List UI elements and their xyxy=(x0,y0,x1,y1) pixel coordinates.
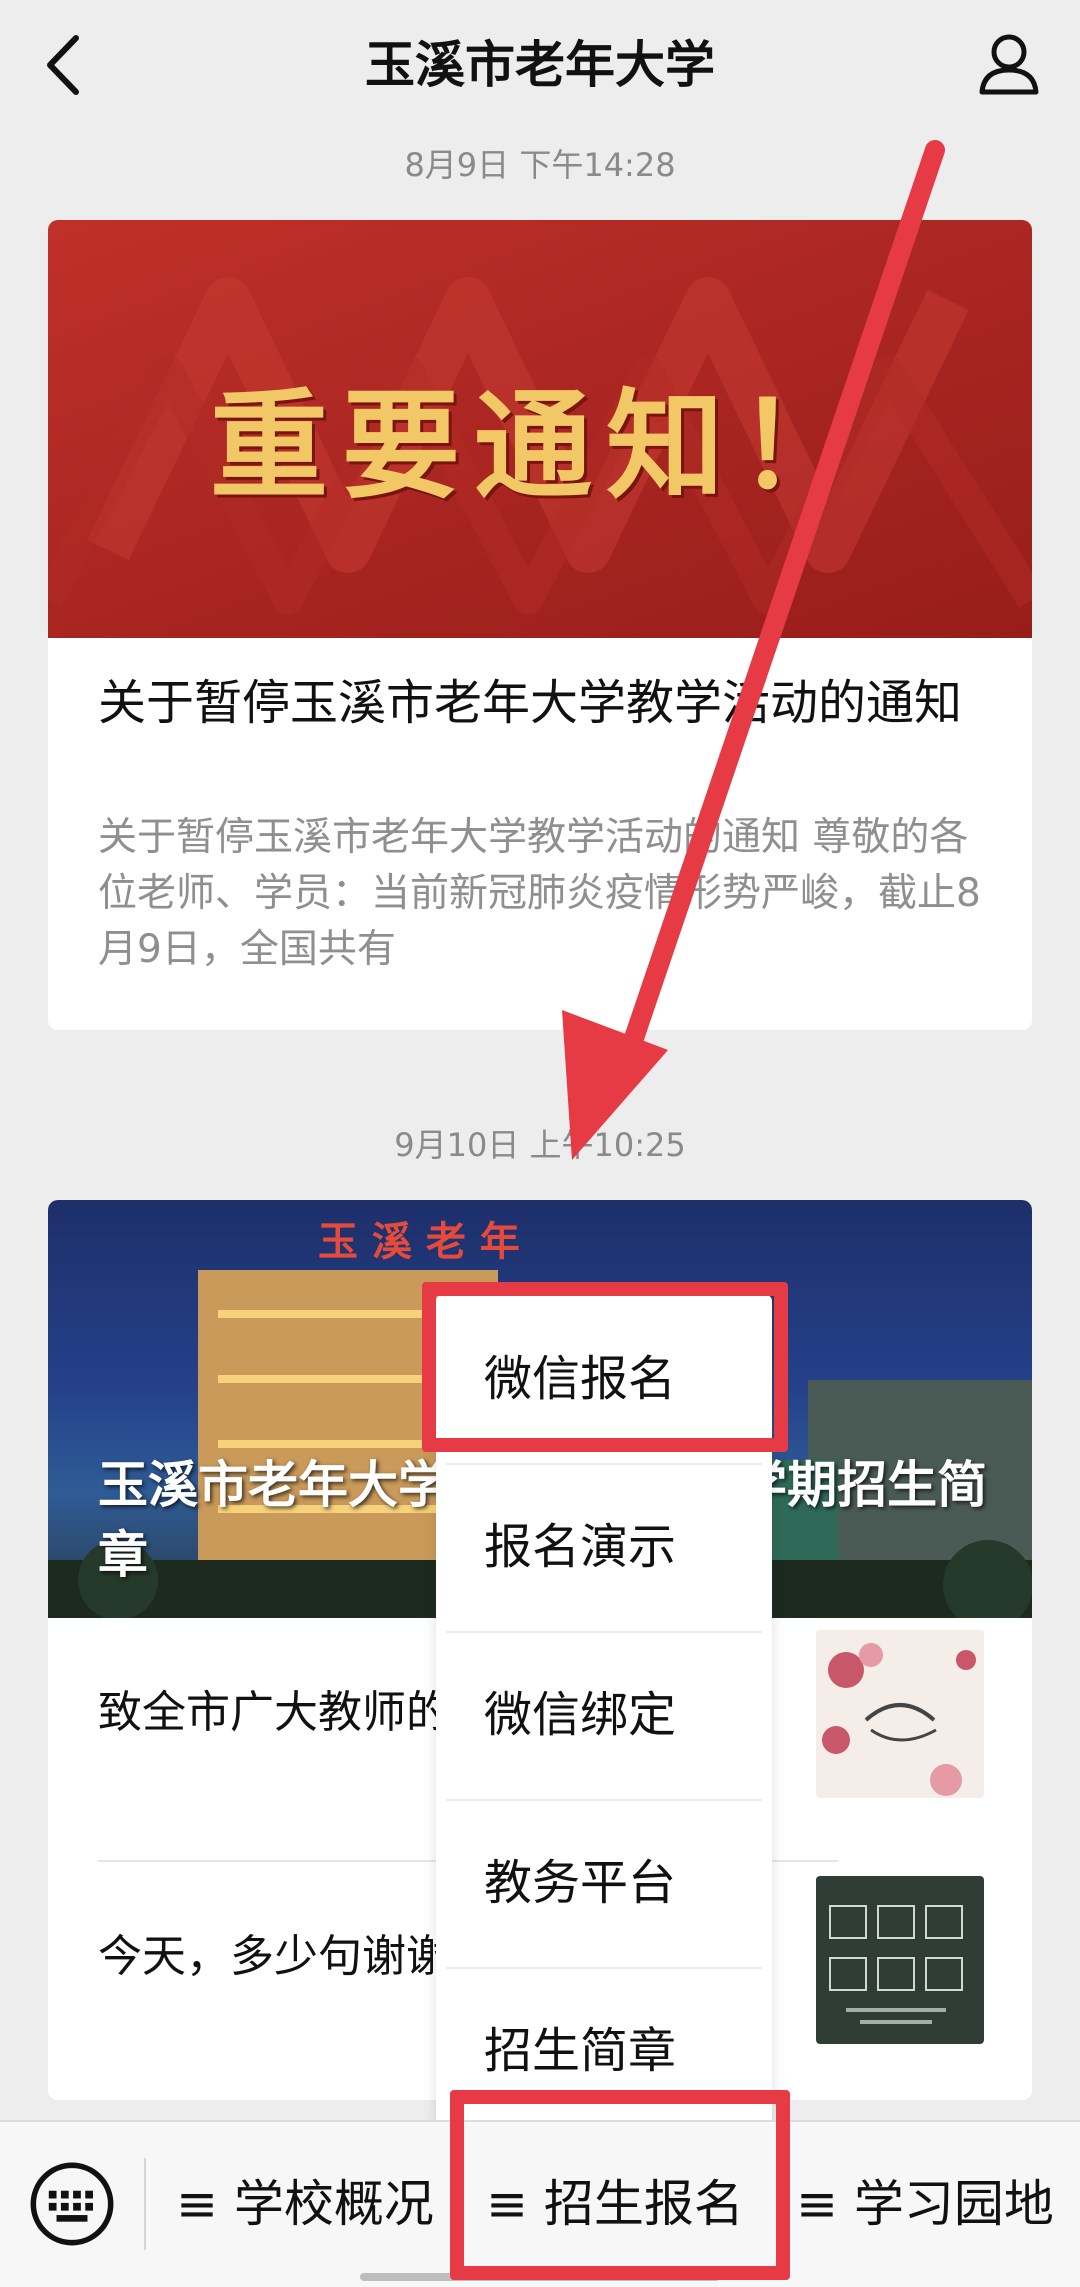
menu-glyph-icon: ≡ xyxy=(796,2175,838,2233)
menu-item-academic-platform[interactable]: 教务平台 xyxy=(436,1799,772,1967)
highlight-box-wechat-signup xyxy=(422,1282,788,1452)
banner-headline: 重要通知！ xyxy=(209,376,870,515)
menu-glyph-icon: ≡ xyxy=(176,2175,218,2233)
keyboard-icon[interactable] xyxy=(30,2162,114,2246)
notice-banner: 重要通知！ xyxy=(48,220,1032,638)
menu-item-signup-demo[interactable]: 报名演示 xyxy=(436,1463,772,1631)
chalkboard-thumbnail xyxy=(816,1876,984,2044)
teachers-day-thumbnail xyxy=(816,1630,984,1798)
user-icon[interactable] xyxy=(974,28,1044,98)
article-description: 关于暂停玉溪市老年大学教学活动的通知 尊敬的各位老师、学员：当前新冠肺炎疫情形势… xyxy=(98,815,981,972)
menu-separator xyxy=(144,2158,146,2250)
message-timestamp: 8月9日 下午14:28 xyxy=(404,146,676,184)
menu-button-school-overview[interactable]: ≡ 学校概况 xyxy=(160,2162,450,2246)
page-title: 玉溪市老年大学 xyxy=(365,36,715,94)
article-card-notice[interactable]: 重要通知！ 关于暂停玉溪市老年大学教学活动的通知 关于暂停玉溪市老年大学教学活动… xyxy=(48,220,1032,1030)
chat-header: 玉溪市老年大学 xyxy=(0,0,1080,130)
menu-button-label: 学习园地 xyxy=(853,2175,1054,2233)
highlight-box-enrollment xyxy=(450,2090,790,2280)
menu-button-label: 学校概况 xyxy=(233,2175,434,2233)
message-timestamp: 9月10日 上午10:25 xyxy=(394,1126,686,1164)
svg-text:玉 溪 老 年: 玉 溪 老 年 xyxy=(318,1218,520,1265)
menu-item-wechat-binding[interactable]: 微信绑定 xyxy=(436,1631,772,1799)
menu-button-learning-garden[interactable]: ≡ 学习园地 xyxy=(780,2162,1070,2246)
article-title: 关于暂停玉溪市老年大学教学活动的通知 xyxy=(98,675,963,731)
